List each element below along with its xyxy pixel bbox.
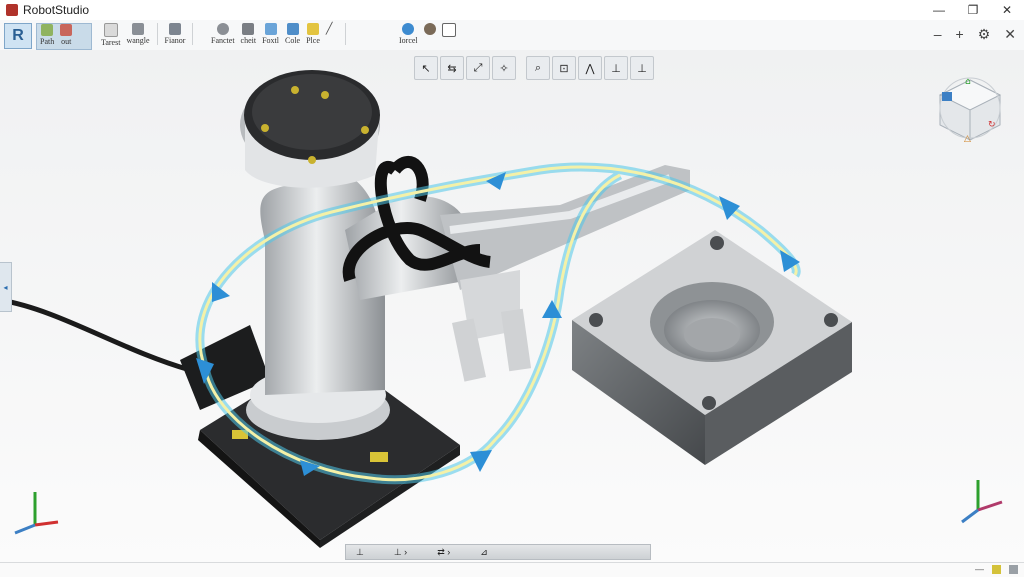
workpiece-fixture[interactable] (572, 230, 852, 465)
timeline-item[interactable]: ⊥ › (394, 547, 407, 558)
rotate-tool-button[interactable]: ⤢ (466, 56, 490, 80)
svg-text:△: △ (964, 134, 971, 144)
frame-tool-button[interactable]: ⊡ (552, 56, 576, 80)
select-tool-button[interactable]: ↖ (414, 56, 438, 80)
status-yellow-icon[interactable] (992, 564, 1001, 574)
joint-tool-button[interactable]: ⋀ (578, 56, 602, 80)
status-gray-icon[interactable] (1009, 564, 1018, 574)
timeline-item[interactable]: ⊿ (480, 547, 488, 558)
power-cable (0, 297, 191, 373)
move-tool-button[interactable]: ⇆ (440, 56, 464, 80)
scene-graphics: ⌂ ↻ △ (0, 70, 1003, 548)
world-axes-icon (14, 492, 59, 535)
timeline-item[interactable]: ⊥ (356, 547, 364, 558)
axis-tool-button[interactable]: ⊥ (604, 56, 628, 80)
zoom-tool-button[interactable]: ⌕ (526, 56, 550, 80)
frame-axes-icon (961, 480, 1003, 524)
timeline-item[interactable]: ⇄ › (437, 547, 450, 558)
svg-text:↻: ↻ (988, 120, 996, 130)
status-indicators: — (975, 564, 1018, 574)
snap-tool-button[interactable]: ⊥ (630, 56, 654, 80)
status-bar: — (0, 562, 1024, 577)
minimize-status-icon[interactable]: — (975, 564, 984, 574)
view-toolbar: ↖ ⇆ ⤢ ✧ ⌕ ⊡ ⋀ ⊥ ⊥ (414, 56, 654, 80)
svg-text:⌂: ⌂ (965, 77, 971, 87)
timeline-bar[interactable]: ⊥ ⊥ › ⇄ › ⊿ (345, 544, 651, 560)
side-panel-tab[interactable]: ◂ (0, 262, 12, 312)
jog-tool-button[interactable]: ✧ (492, 56, 516, 80)
view-cube-icon[interactable]: ⌂ ↻ △ (938, 77, 1002, 144)
